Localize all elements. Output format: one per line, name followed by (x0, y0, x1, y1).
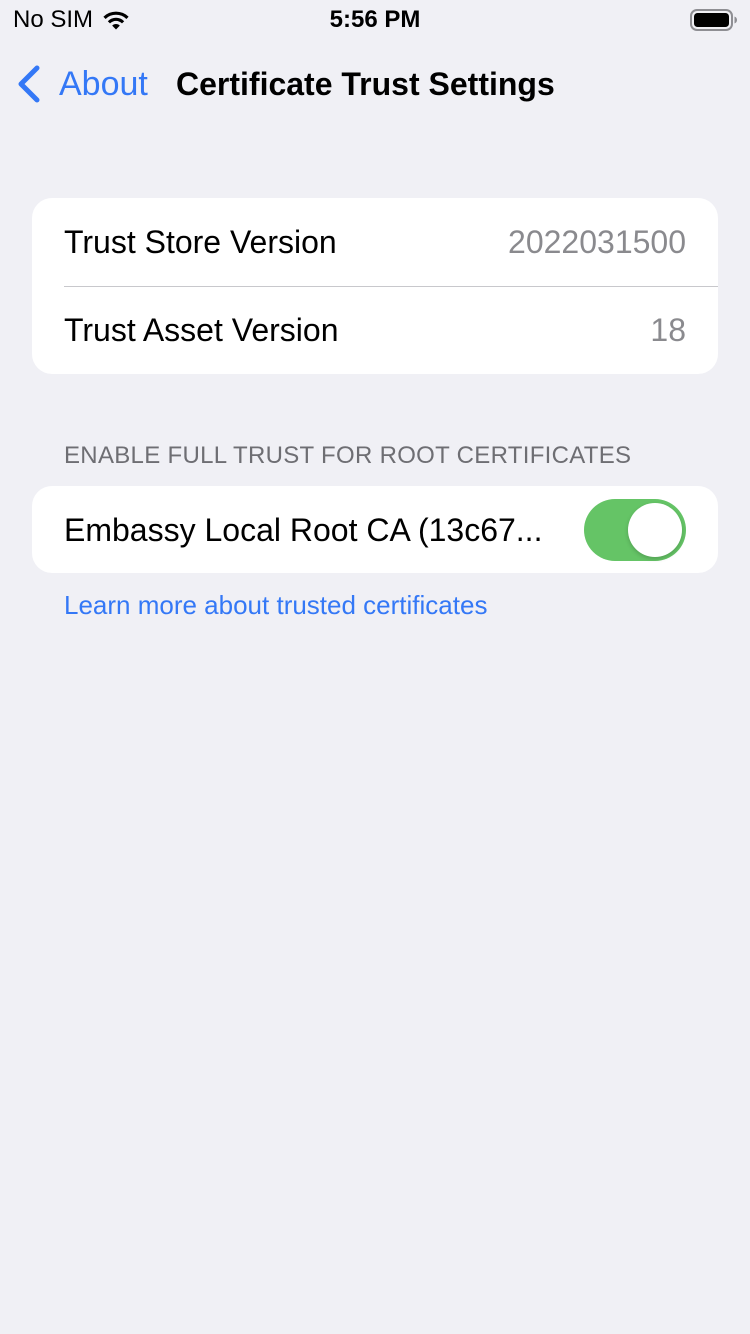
section-header: ENABLE FULL TRUST FOR ROOT CERTIFICATES (64, 442, 632, 469)
trust-store-version-row: Trust Store Version 2022031500 (32, 198, 718, 286)
toggle-knob (628, 503, 682, 557)
certificate-trust-toggle[interactable] (584, 499, 686, 561)
back-label: About (59, 64, 148, 103)
status-bar: No SIM 5:56 PM (0, 0, 750, 40)
chevron-left-icon (18, 65, 40, 103)
back-button[interactable]: About (14, 56, 148, 112)
page-title: Certificate Trust Settings (176, 66, 555, 102)
battery-icon (690, 9, 737, 31)
trust-store-version-value: 2022031500 (508, 223, 686, 260)
root-certificates-group: Embassy Local Root CA (13c67... (32, 486, 718, 573)
learn-more-link[interactable]: Learn more about trusted certificates (64, 589, 487, 621)
trust-store-version-label: Trust Store Version (64, 223, 337, 260)
trust-asset-version-value: 18 (650, 311, 686, 348)
version-group: Trust Store Version 2022031500 Trust Ass… (32, 198, 718, 374)
certificate-label: Embassy Local Root CA (13c67... (64, 511, 543, 548)
navigation-bar: About Certificate Trust Settings (0, 56, 750, 112)
status-time: 5:56 PM (329, 6, 421, 33)
trust-asset-version-label: Trust Asset Version (64, 311, 339, 348)
certificate-row: Embassy Local Root CA (13c67... (32, 486, 718, 573)
trust-asset-version-row: Trust Asset Version 18 (32, 286, 718, 374)
